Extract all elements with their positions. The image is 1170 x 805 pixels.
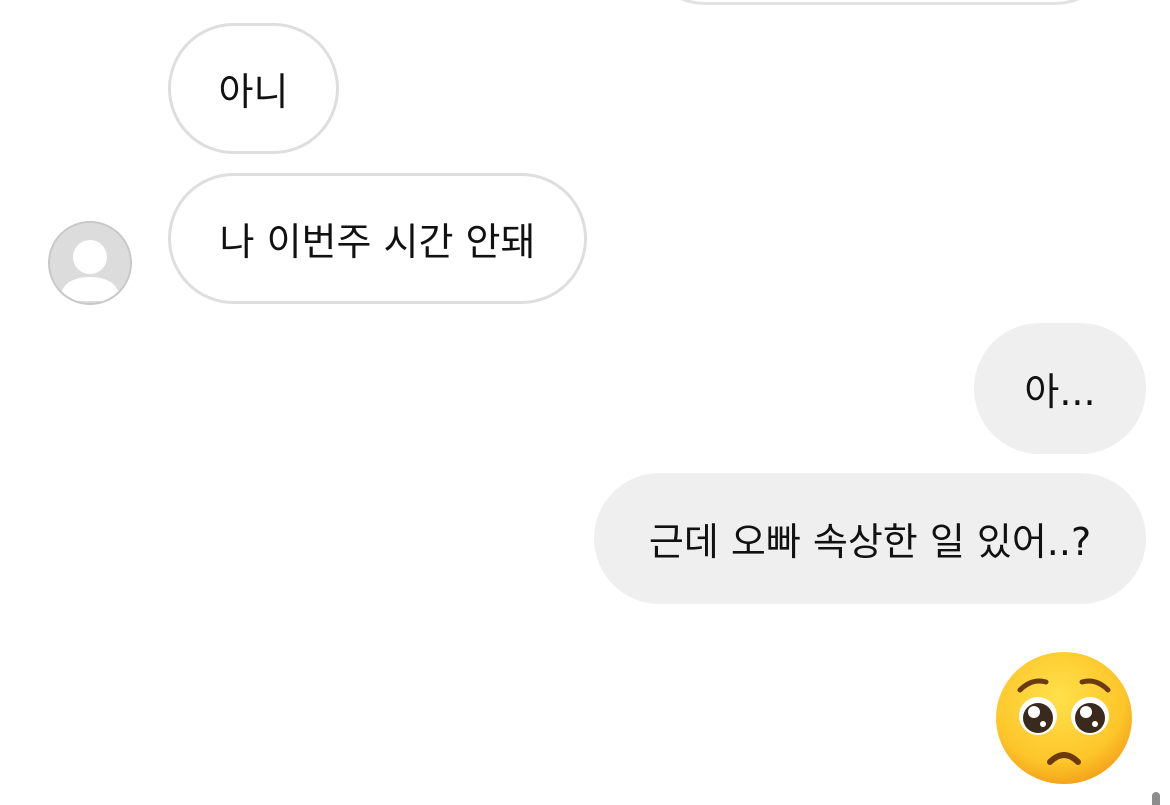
incoming-message-bubble[interactable]: 나 이번주 시간 안돼: [168, 173, 587, 304]
message-text: 근데 오빠 속상한 일 있어..?: [648, 520, 1092, 564]
outgoing-message-bubble[interactable]: 근데 오빠 속상한 일 있어..?: [594, 473, 1146, 604]
message-text: 아...: [1024, 370, 1096, 414]
sender-avatar[interactable]: [48, 221, 132, 305]
user-silhouette-icon: [50, 223, 130, 303]
previous-message-bubble[interactable]: [640, 0, 1120, 5]
message-text: 나 이번주 시간 안돼: [219, 220, 536, 264]
message-text: 아니: [218, 70, 289, 114]
pleading-face-emoji-icon[interactable]: [994, 650, 1134, 786]
incoming-message-bubble[interactable]: 아니: [168, 23, 339, 154]
outgoing-message-bubble[interactable]: 아...: [974, 323, 1146, 454]
chat-thread: 아니 나 이번주 시간 안돼 아... 근데 오빠 속상한 일 있어..?: [0, 0, 1170, 805]
scrollbar-thumb[interactable]: [1152, 792, 1160, 805]
